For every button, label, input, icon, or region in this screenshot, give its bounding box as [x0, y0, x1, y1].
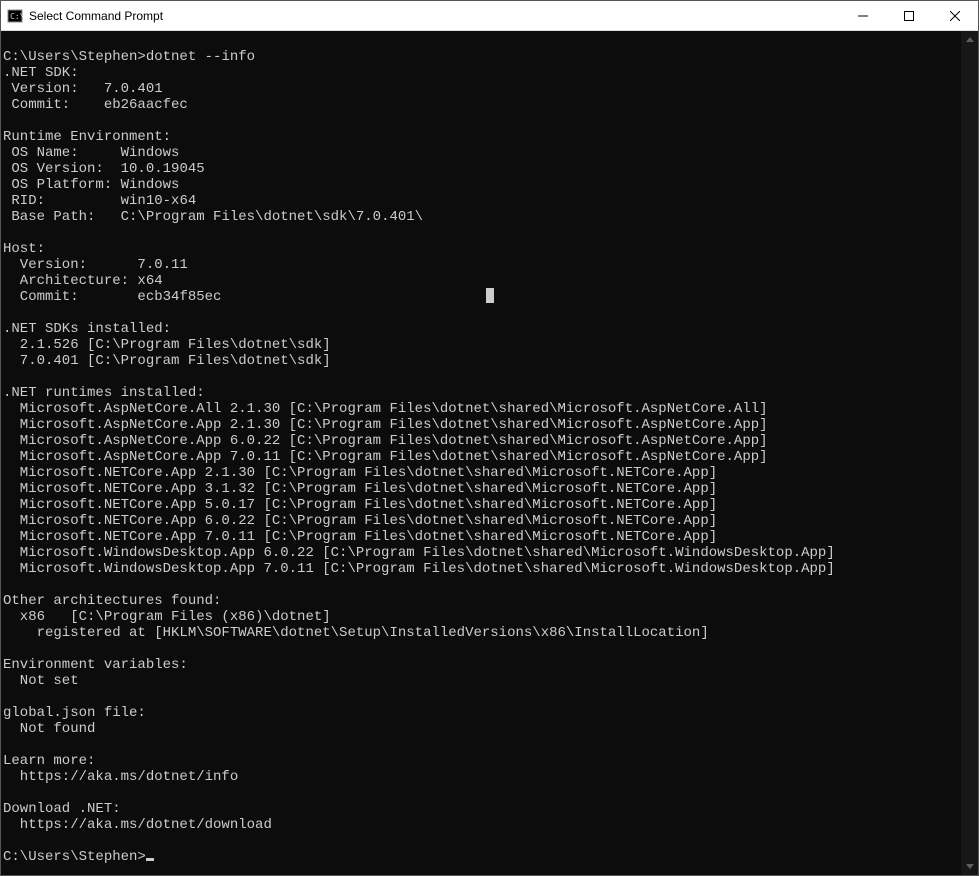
output-line: Microsoft.NETCore.App 6.0.22 [C:\Program…	[3, 513, 717, 529]
output-line: Microsoft.NETCore.App 5.0.17 [C:\Program…	[3, 497, 717, 513]
prompt-line: C:\Users\Stephen>dotnet --info	[3, 49, 255, 65]
titlebar[interactable]: C:\ Select Command Prompt	[1, 1, 978, 31]
output-line: OS Name: Windows	[3, 145, 179, 161]
output-line: Base Path: C:\Program Files\dotnet\sdk\7…	[3, 209, 423, 225]
output-line: Microsoft.WindowsDesktop.App 6.0.22 [C:\…	[3, 545, 835, 561]
client-area: C:\Users\Stephen>dotnet --info .NET SDK:…	[1, 31, 978, 875]
output-line: https://aka.ms/dotnet/info	[3, 769, 238, 785]
output-line: .NET SDKs installed:	[3, 321, 171, 337]
output-line: 2.1.526 [C:\Program Files\dotnet\sdk]	[3, 337, 331, 353]
output-line: Runtime Environment:	[3, 129, 171, 145]
minimize-button[interactable]	[840, 1, 886, 30]
output-line: global.json file:	[3, 705, 146, 721]
output-line: Microsoft.AspNetCore.App 6.0.22 [C:\Prog…	[3, 433, 768, 449]
output-line: https://aka.ms/dotnet/download	[3, 817, 272, 833]
output-line: Commit: ecb34f85ec	[3, 289, 221, 305]
svg-text:C:\: C:\	[10, 12, 23, 21]
scrollbar[interactable]	[961, 31, 978, 875]
output-line: .NET runtimes installed:	[3, 385, 205, 401]
output-line: Not found	[3, 721, 95, 737]
output-line: .NET SDK:	[3, 65, 79, 81]
output-line: Download .NET:	[3, 801, 121, 817]
output-line: Commit: eb26aacfec	[3, 97, 188, 113]
output-line: Host:	[3, 241, 45, 257]
output-line: Other architectures found:	[3, 593, 221, 609]
window-controls	[840, 1, 978, 30]
maximize-button[interactable]	[886, 1, 932, 30]
output-line: x86 [C:\Program Files (x86)\dotnet]	[3, 609, 331, 625]
output-line: Microsoft.NETCore.App 2.1.30 [C:\Program…	[3, 465, 717, 481]
output-line: Microsoft.NETCore.App 7.0.11 [C:\Program…	[3, 529, 717, 545]
output-line: Microsoft.NETCore.App 3.1.32 [C:\Program…	[3, 481, 717, 497]
cmd-icon: C:\	[7, 8, 23, 24]
terminal-output[interactable]: C:\Users\Stephen>dotnet --info .NET SDK:…	[1, 31, 961, 875]
selection-cursor-icon	[486, 288, 494, 303]
output-line: Not set	[3, 673, 79, 689]
output-line: Architecture: x64	[3, 273, 163, 289]
output-line: 7.0.401 [C:\Program Files\dotnet\sdk]	[3, 353, 331, 369]
output-line: Microsoft.AspNetCore.All 2.1.30 [C:\Prog…	[3, 401, 768, 417]
prompt-line: C:\Users\Stephen>	[3, 849, 154, 865]
output-line: Version: 7.0.401	[3, 81, 163, 97]
cursor-icon	[146, 858, 154, 861]
scroll-up-icon[interactable]	[961, 31, 978, 48]
output-line: Microsoft.AspNetCore.App 7.0.11 [C:\Prog…	[3, 449, 768, 465]
window-title: Select Command Prompt	[29, 9, 840, 23]
output-line: Learn more:	[3, 753, 95, 769]
output-line: OS Platform: Windows	[3, 177, 179, 193]
output-line: RID: win10-x64	[3, 193, 196, 209]
output-line: Microsoft.AspNetCore.App 2.1.30 [C:\Prog…	[3, 417, 768, 433]
scroll-down-icon[interactable]	[961, 858, 978, 875]
output-line: Version: 7.0.11	[3, 257, 188, 273]
output-line: registered at [HKLM\SOFTWARE\dotnet\Setu…	[3, 625, 709, 641]
output-line: Microsoft.WindowsDesktop.App 7.0.11 [C:\…	[3, 561, 835, 577]
output-line: OS Version: 10.0.19045	[3, 161, 205, 177]
output-line: Environment variables:	[3, 657, 188, 673]
close-button[interactable]	[932, 1, 978, 30]
